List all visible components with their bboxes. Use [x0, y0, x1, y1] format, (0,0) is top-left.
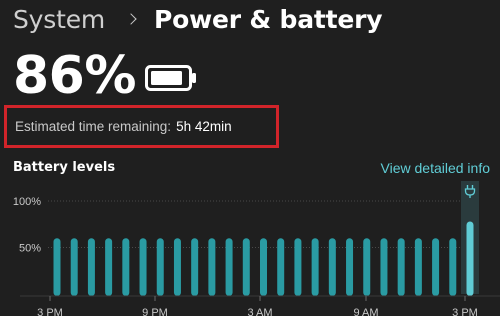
y-tick-label: 50%	[19, 243, 41, 255]
estimated-time-remaining: Estimated time remaining: 5h 42min	[4, 105, 279, 148]
battery-level-bar	[139, 238, 147, 296]
battery-icon	[145, 65, 196, 91]
estimated-time-value: 5h 42min	[176, 119, 232, 134]
battery-level-bar	[346, 238, 354, 296]
battery-level-bar	[122, 238, 130, 296]
chevron-right-icon	[125, 13, 137, 25]
battery-level-bar	[466, 221, 474, 296]
battery-level-bar	[208, 238, 216, 296]
battery-levels-heading: Battery levels	[13, 160, 116, 175]
battery-level-bar	[311, 238, 319, 296]
battery-fill-level	[151, 71, 182, 85]
battery-level-bar	[191, 238, 199, 296]
breadcrumb-system-link[interactable]: System	[13, 5, 105, 34]
battery-level-bar	[70, 238, 78, 296]
battery-levels-chart: 100% 50% 3 PM 9 PM 3 AM 9 AM 3 PM	[13, 181, 500, 316]
battery-percentage: 86%	[13, 46, 136, 106]
view-detailed-info-link[interactable]: View detailed info	[381, 160, 490, 176]
battery-level-bar	[294, 238, 302, 296]
battery-level-bar	[87, 238, 95, 296]
x-tick-label: 3 AM	[247, 307, 272, 316]
battery-level-bar	[397, 238, 405, 296]
battery-level-bar	[432, 238, 440, 296]
battery-level-bar	[105, 238, 113, 296]
battery-level-bar	[53, 238, 61, 296]
battery-level-bar	[260, 238, 267, 296]
estimated-time-label: Estimated time remaining:	[15, 119, 172, 134]
battery-level-bar	[363, 238, 371, 296]
battery-level-bar	[173, 238, 181, 296]
battery-level-bar	[225, 238, 233, 296]
breadcrumb: System Power & battery	[13, 0, 383, 38]
battery-level-bar	[277, 238, 285, 296]
x-tick-label: 3 PM	[452, 307, 478, 316]
y-tick-label: 100%	[13, 196, 41, 208]
battery-level-bar	[242, 238, 250, 296]
battery-level-bar	[449, 238, 457, 296]
battery-level-bar	[328, 238, 336, 296]
x-tick-label: 9 PM	[142, 307, 168, 316]
x-tick-label: 9 AM	[353, 307, 378, 316]
battery-level-bar	[414, 238, 422, 296]
x-tick-label: 3 PM	[37, 307, 63, 316]
battery-level-bar	[380, 238, 388, 296]
battery-level-bar	[156, 238, 164, 296]
page-title: Power & battery	[154, 4, 383, 34]
